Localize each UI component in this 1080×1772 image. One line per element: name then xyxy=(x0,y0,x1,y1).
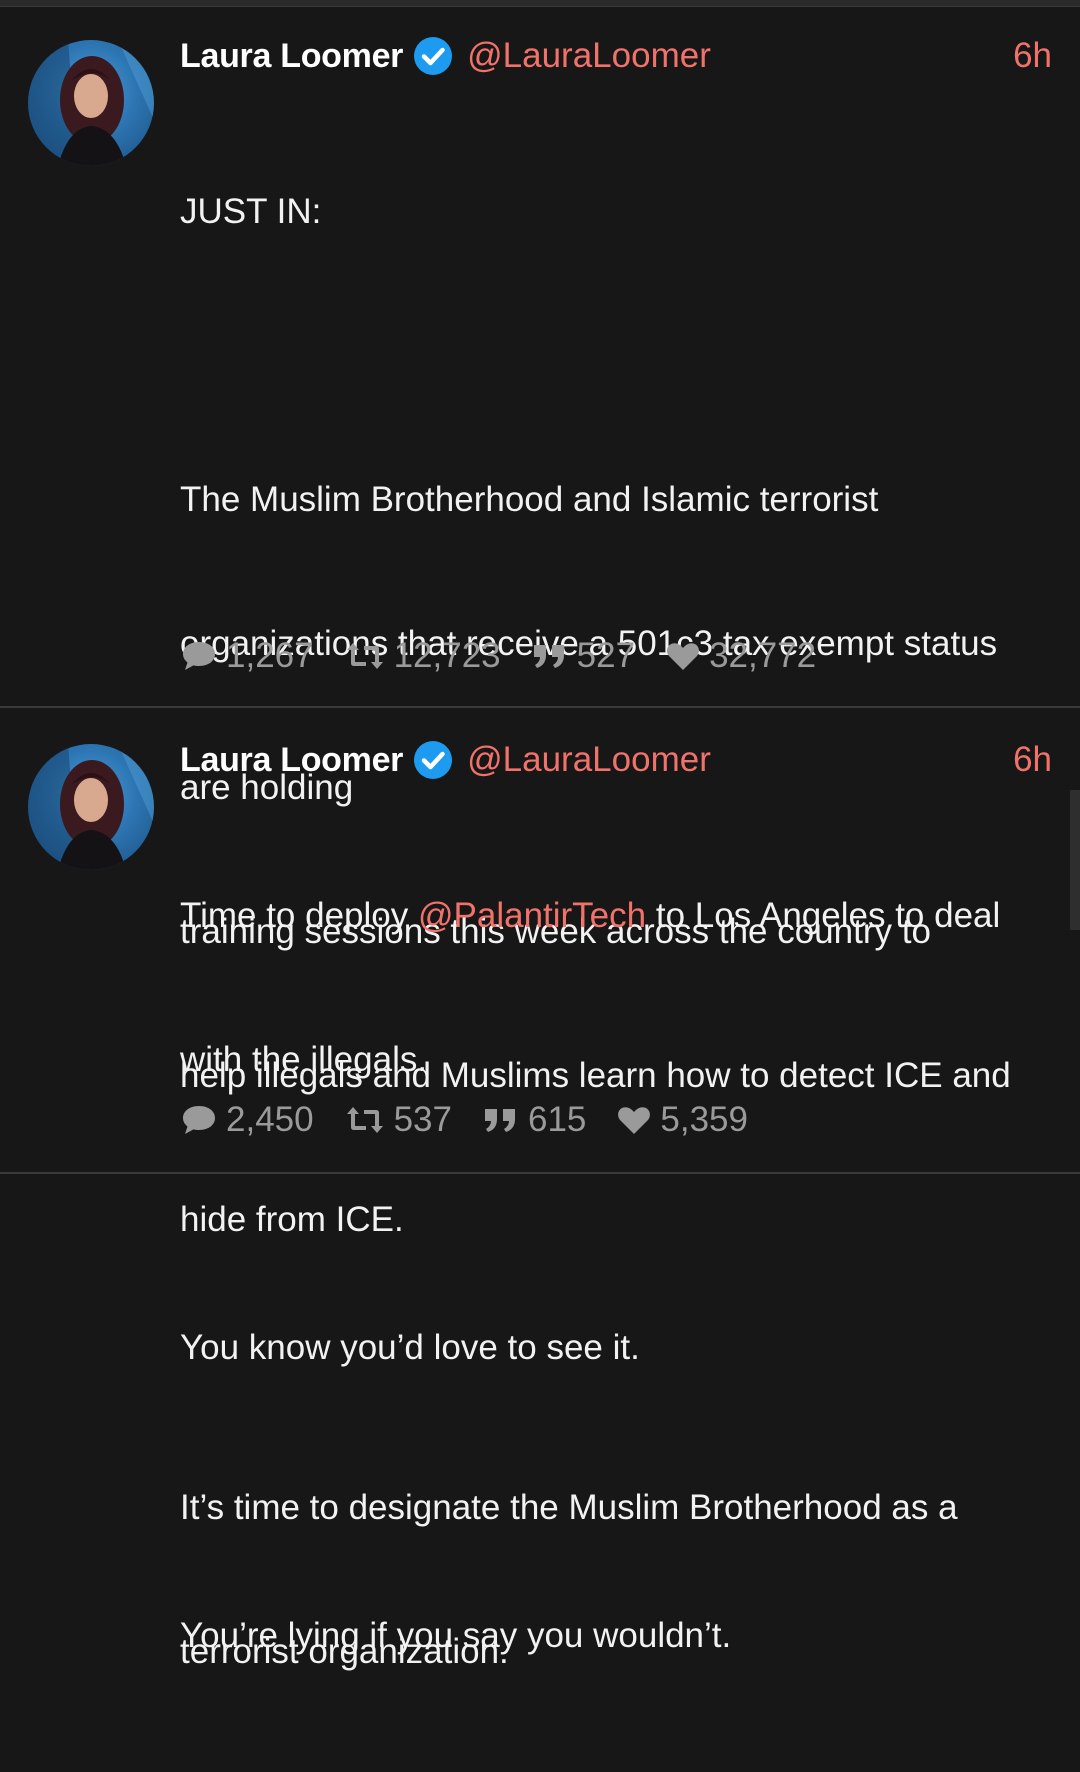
retweet-icon xyxy=(346,643,383,669)
author-handle[interactable]: @LauraLoomer xyxy=(467,36,711,76)
tweet-line xyxy=(180,1180,1056,1228)
like-icon xyxy=(618,1107,651,1134)
tweet-line xyxy=(180,1468,1056,1516)
verified-badge-icon xyxy=(414,741,453,779)
like-button[interactable]: 32,772 xyxy=(665,636,816,676)
author-handle[interactable]: @LauraLoomer xyxy=(467,740,711,780)
reply-button[interactable]: 2,450 xyxy=(180,1100,314,1140)
tweet-line: You’re lying if you say you wouldn’t. xyxy=(180,1616,732,1655)
like-button[interactable]: 5,359 xyxy=(616,1100,748,1140)
mention-link[interactable]: @PalantirTech xyxy=(418,896,646,935)
tweet-time[interactable]: 6h xyxy=(1013,36,1052,76)
quote-icon xyxy=(485,1109,515,1132)
quote-button[interactable]: 615 xyxy=(482,1100,586,1140)
like-count: 32,772 xyxy=(709,636,817,675)
verified-badge-icon xyxy=(414,37,453,75)
avatar[interactable] xyxy=(28,40,154,166)
tweet-header: Laura Loomer @LauraLoomer 6h xyxy=(180,734,1052,786)
quote-button[interactable]: 527 xyxy=(531,636,635,676)
quote-count: 527 xyxy=(576,636,636,675)
reply-icon xyxy=(183,1106,215,1134)
tweet-stats: 2,450 537 615 5,359 xyxy=(180,1100,778,1140)
tweet-line: JUST IN: xyxy=(180,192,322,231)
retweet-count: 12,723 xyxy=(393,636,501,675)
tweet[interactable]: Laura Loomer @LauraLoomer 6h JUST IN: Th… xyxy=(0,6,1080,1671)
like-icon xyxy=(667,643,699,670)
quote-count: 615 xyxy=(528,1100,587,1139)
reply-button[interactable]: 1,267 xyxy=(180,636,314,676)
like-count: 5,359 xyxy=(660,1100,748,1139)
tweet-text: Time to deploy @PalantirTech to Los Ange… xyxy=(180,796,1056,1756)
tweet-line: You know you’d love to see it. xyxy=(180,1328,640,1367)
author-name[interactable]: Laura Loomer xyxy=(180,741,403,780)
reply-count: 1,267 xyxy=(226,636,314,675)
scrollbar[interactable] xyxy=(1070,790,1080,930)
retweet-button[interactable]: 537 xyxy=(344,1100,452,1140)
retweet-button[interactable]: 12,723 xyxy=(344,636,501,676)
tweet-line: with the illegals. xyxy=(180,1040,428,1079)
retweet-icon xyxy=(346,1107,383,1133)
reply-count: 2,450 xyxy=(226,1100,314,1139)
tweet-header: Laura Loomer @LauraLoomer 6h xyxy=(180,30,1052,82)
tweet-stats: 1,267 12,723 527 32,772 xyxy=(180,636,846,676)
tweet[interactable]: Laura Loomer @LauraLoomer 6h Time to dep… xyxy=(0,708,1080,1655)
quote-icon xyxy=(533,645,564,668)
tweet-line: The Muslim Brotherhood and Islamic terro… xyxy=(180,480,879,519)
tweet-line: Time to deploy @PalantirTech to Los Ange… xyxy=(180,896,1001,935)
tweet-line xyxy=(180,332,1056,380)
tweet-time[interactable]: 6h xyxy=(1013,740,1052,780)
reply-icon xyxy=(183,642,215,670)
avatar[interactable] xyxy=(28,744,154,870)
retweet-count: 537 xyxy=(393,1100,452,1139)
author-name[interactable]: Laura Loomer xyxy=(180,37,403,76)
